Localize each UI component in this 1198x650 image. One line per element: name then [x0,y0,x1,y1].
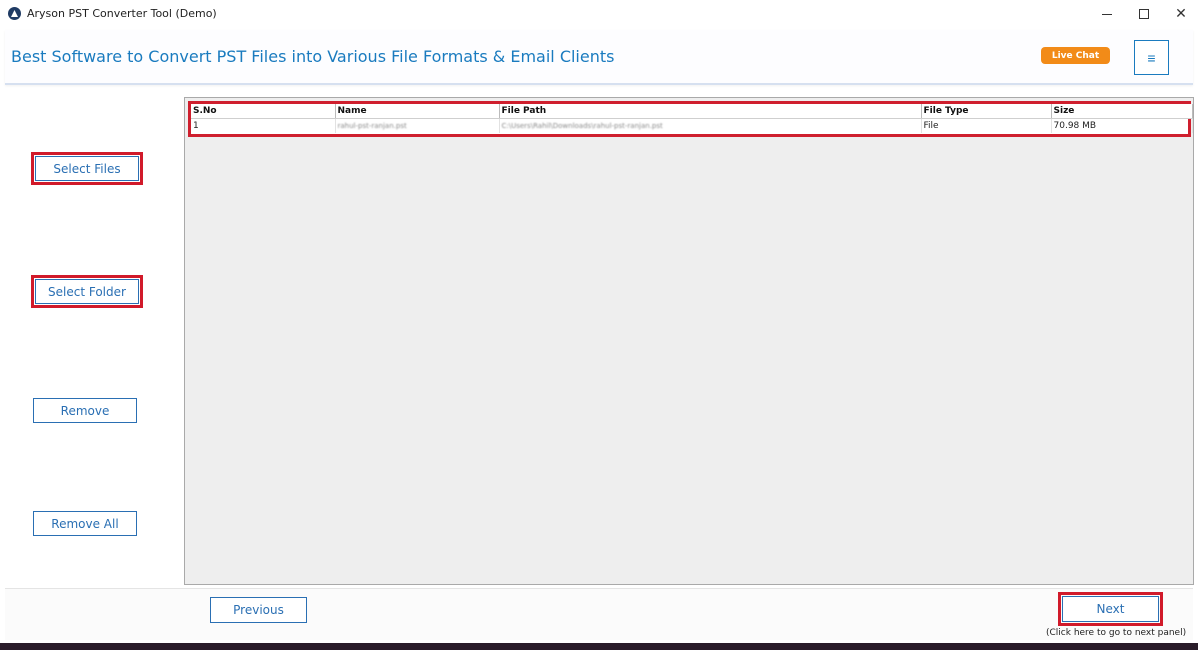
cell-name: rahul-pst-ranjan.pst [335,118,500,133]
file-list-panel: S.No Name File Path File Type Size 1 rah… [184,97,1194,585]
minimize-icon [1102,13,1112,15]
remove-all-button[interactable]: Remove All [33,511,137,536]
title-bar: Aryson PST Converter Tool (Demo) ✕ [0,0,1198,28]
select-folder-button[interactable]: Select Folder [31,275,143,308]
table-header-row: S.No Name File Path File Type Size [191,104,1193,119]
maximize-icon [1139,9,1149,19]
column-header-file-path[interactable]: File Path [499,104,922,119]
cell-sno: 1 [191,118,336,133]
column-header-sno[interactable]: S.No [191,104,336,119]
remove-button[interactable]: Remove [33,398,137,423]
cell-file-type: File [921,118,1052,133]
menu-button[interactable]: ≡ [1134,40,1169,75]
previous-button[interactable]: Previous [210,597,307,623]
next-button[interactable]: Next [1058,592,1163,626]
column-header-size[interactable]: Size [1051,104,1193,119]
close-icon: ✕ [1175,6,1187,22]
maximize-button[interactable] [1127,0,1161,28]
hamburger-icon: ≡ [1147,49,1156,66]
footer-bar: Previous Next (Click here to go to next … [5,588,1193,640]
file-table: S.No Name File Path File Type Size 1 rah… [191,104,1193,133]
header-title: Best Software to Convert PST Files into … [11,47,615,66]
taskbar-strip [0,643,1198,650]
column-header-file-type[interactable]: File Type [921,104,1052,119]
cell-file-path: C:\Users\Rahil\Downloads\rahul-pst-ranja… [499,118,922,133]
cell-size: 70.98 MB [1051,118,1193,133]
window-title: Aryson PST Converter Tool (Demo) [27,7,217,20]
left-sidebar: Select Files Select Folder Remove Remove… [0,88,180,586]
minimize-button[interactable] [1090,0,1124,28]
header-banner: Best Software to Convert PST Files into … [5,30,1193,85]
close-button[interactable]: ✕ [1164,0,1198,28]
table-row[interactable]: 1 rahul-pst-ranjan.pst C:\Users\Rahil\Do… [191,118,1193,133]
column-header-name[interactable]: Name [335,104,500,119]
next-hint-text: (Click here to go to next panel) [1046,628,1187,638]
app-window: Aryson PST Converter Tool (Demo) ✕ Best … [0,0,1198,650]
select-files-button[interactable]: Select Files [31,152,143,185]
app-logo-icon [8,7,21,20]
live-chat-button[interactable]: Live Chat [1041,47,1110,64]
file-table-highlight: S.No Name File Path File Type Size 1 rah… [188,101,1193,137]
